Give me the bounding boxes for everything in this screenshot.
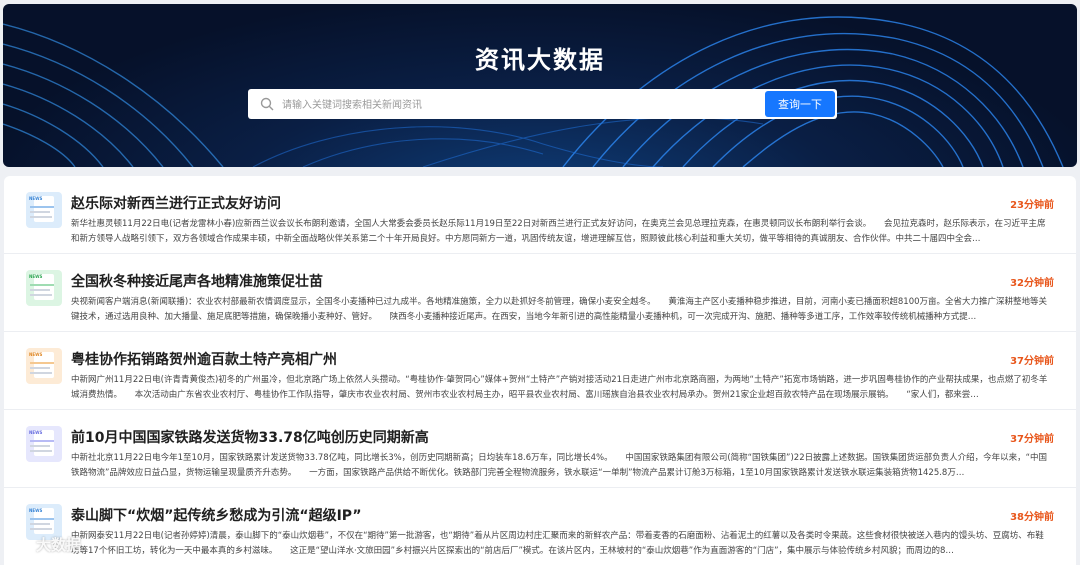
news-time: 37分钟前: [1010, 434, 1054, 445]
news-document-icon: NEWS: [26, 270, 62, 306]
search-input[interactable]: [280, 92, 784, 118]
decorative-rings: [3, 16, 1064, 167]
news-title[interactable]: 全国秋冬种接近尾声各地精准施策促壮苗: [71, 271, 323, 291]
news-summary: 央视新闻客户端消息(新闻联播)：农业农村部最新农情调度显示，全国冬小麦播种已过九…: [71, 297, 1048, 322]
search-icon: [260, 97, 274, 111]
news-summary: 中新网广州11月22日电(许青青黄俊杰)初冬的广州虽冷，但北京路广场上依然人头攒…: [71, 375, 1048, 400]
news-title[interactable]: 前10月中国国家铁路发送货物33.78亿吨创历史同期新高: [71, 427, 429, 447]
news-title[interactable]: 粤桂协作拓销路贺州逾百款土特产亮相广州: [71, 349, 337, 369]
news-summary: 中新网泰安11月22日电(记者孙婷婷)清晨，泰山脚下的“泰山炊烟巷”，不仅在“期…: [71, 531, 1044, 556]
news-item[interactable]: NEWS 前10月中国国家铁路发送货物33.78亿吨创历史同期新高 37分钟前 …: [4, 410, 1076, 488]
logo-spiral-icon: [11, 535, 28, 551]
news-item[interactable]: NEWS 赵乐际对新西兰进行正式友好访问 23分钟前 新华社惠灵顿11月22日电…: [4, 176, 1076, 254]
news-document-icon: NEWS: [26, 348, 62, 384]
news-time: 23分钟前: [1010, 200, 1054, 211]
news-document-icon: NEWS: [26, 426, 62, 462]
news-time: 32分钟前: [1010, 278, 1054, 289]
news-time: 37分钟前: [1010, 356, 1054, 367]
news-document-icon: NEWS: [26, 192, 62, 228]
news-item[interactable]: NEWS 全国秋冬种接近尾声各地精准施策促壮苗 32分钟前 央视新闻客户端消息(…: [4, 254, 1076, 332]
search-bar: 查询一下: [248, 89, 837, 119]
news-item[interactable]: NEWS 泰山脚下“炊烟”起传统乡愁成为引流“超级IP” 38分钟前 中新网泰安…: [4, 488, 1076, 565]
watermark-text: 大数据: [36, 535, 82, 554]
hero-banner: 资讯大数据 查询一下: [3, 4, 1077, 167]
news-title[interactable]: 泰山脚下“炊烟”起传统乡愁成为引流“超级IP”: [71, 505, 362, 525]
news-time: 38分钟前: [1010, 512, 1054, 523]
page-title: 资讯大数据: [475, 46, 605, 74]
news-title[interactable]: 赵乐际对新西兰进行正式友好访问: [71, 193, 281, 213]
news-list: NEWS 赵乐际对新西兰进行正式友好访问 23分钟前 新华社惠灵顿11月22日电…: [4, 176, 1076, 565]
news-summary: 中新社北京11月22日电今年1至10月，国家铁路累计发送货物33.78亿吨，同比…: [71, 453, 1048, 478]
news-summary: 新华社惠灵顿11月22日电(记者龙雷林小春)应新西兰议会议长布朗利邀请，全国人大…: [71, 219, 1046, 244]
watermark: 大数据: [8, 533, 81, 555]
search-button[interactable]: 查询一下: [765, 91, 835, 117]
news-item[interactable]: NEWS 粤桂协作拓销路贺州逾百款土特产亮相广州 37分钟前 中新网广州11月2…: [4, 332, 1076, 410]
